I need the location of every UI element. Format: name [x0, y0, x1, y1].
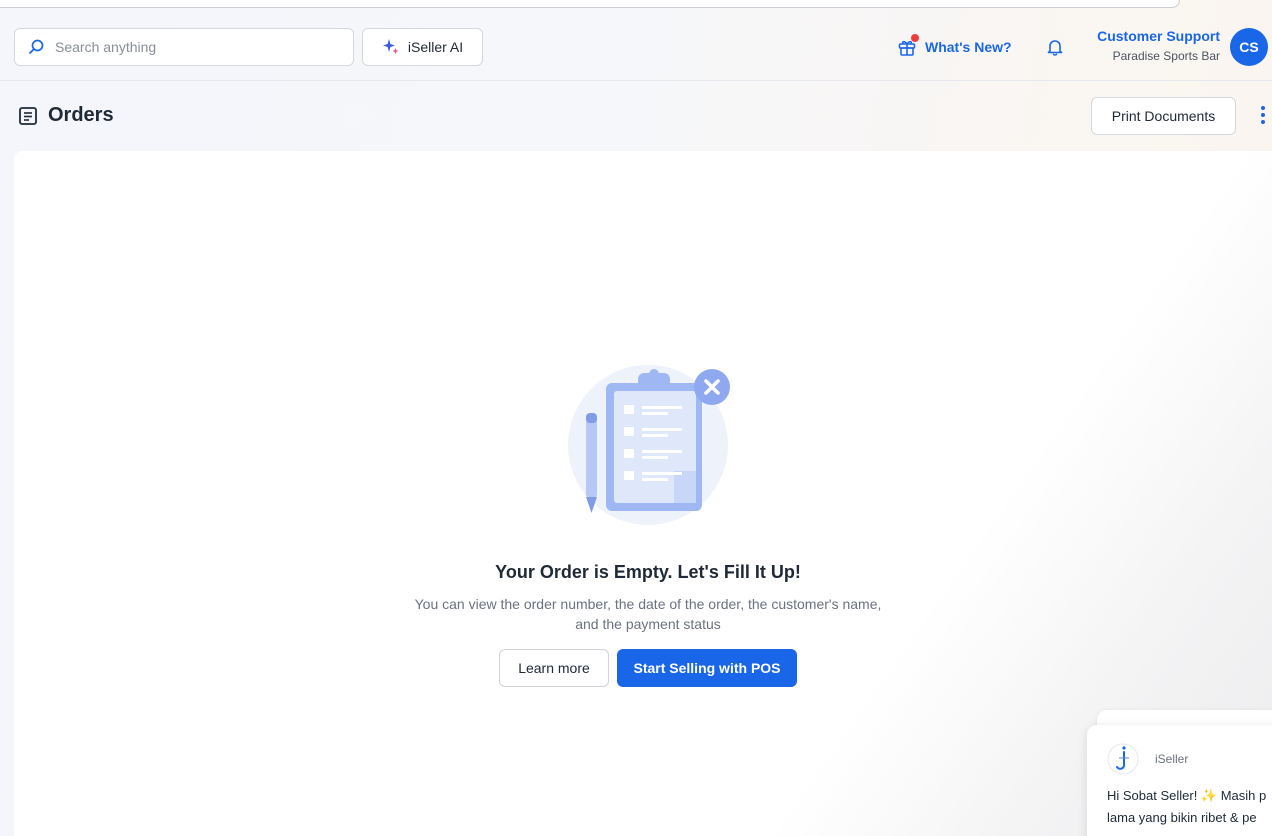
chat-message-line-2: lama yang bikin ribet & pe: [1107, 810, 1257, 825]
store-name: Paradise Sports Bar: [1112, 49, 1220, 63]
chat-widget[interactable]: iSeller Hi Sobat Seller! ✨ Masih p lama …: [1087, 725, 1272, 836]
chat-message-line-1: Hi Sobat Seller! ✨ Masih p: [1107, 788, 1267, 803]
page-title: Orders: [18, 104, 114, 127]
iseller-logo-icon: [1107, 743, 1139, 775]
sparkle-icon: [382, 39, 399, 54]
whats-new-link[interactable]: What's New?: [897, 34, 1012, 58]
empty-state-title: Your Order is Empty. Let's Fill It Up!: [495, 562, 801, 582]
page-header: Orders Print Documents: [0, 96, 1272, 136]
browser-edge: [0, 0, 1180, 8]
chat-message: Hi Sobat Seller! ✨ Masih p lama yang bik…: [1107, 785, 1272, 829]
search-box[interactable]: [14, 28, 354, 66]
notification-dot: [911, 34, 919, 42]
chat-sender-name: iSeller: [1155, 752, 1189, 766]
avatar[interactable]: CS: [1230, 28, 1268, 66]
more-options-icon[interactable]: [1258, 106, 1268, 128]
iseller-ai-button[interactable]: iSeller AI: [362, 28, 483, 66]
gift-icon: [897, 34, 919, 57]
empty-state-description: You can view the order number, the date …: [414, 596, 882, 632]
search-input[interactable]: [55, 39, 335, 55]
user-info[interactable]: Customer Support Paradise Sports Bar: [1097, 28, 1220, 63]
orders-icon: [19, 106, 37, 125]
page-title-text: Orders: [48, 104, 114, 126]
orders-content-card: Your Order is Empty. Let's Fill It Up! Y…: [14, 151, 1272, 836]
print-documents-button[interactable]: Print Documents: [1091, 97, 1236, 135]
user-name: Customer Support: [1097, 28, 1220, 44]
whats-new-label: What's New?: [925, 39, 1012, 55]
bell-icon[interactable]: [1045, 37, 1065, 57]
learn-more-button[interactable]: Learn more: [499, 649, 609, 687]
empty-clipboard-illustration: [568, 365, 730, 525]
top-bar: iSeller AI What's New? Customer Support …: [0, 14, 1272, 81]
iseller-ai-label: iSeller AI: [407, 39, 464, 55]
search-icon: [29, 39, 44, 54]
start-selling-pos-button[interactable]: Start Selling with POS: [617, 649, 797, 687]
